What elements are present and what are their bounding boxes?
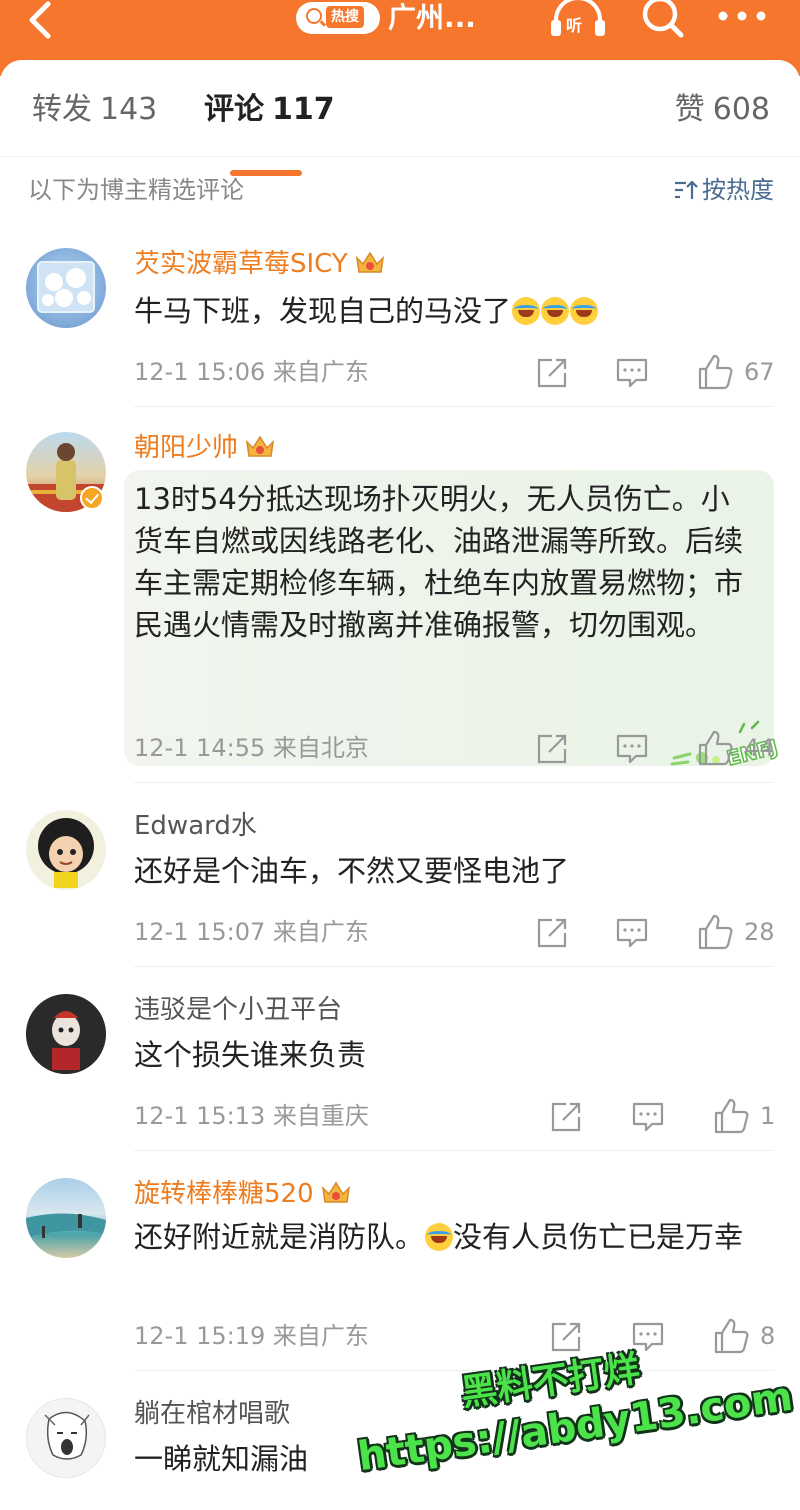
vip-crown-icon	[321, 1181, 350, 1203]
avatar[interactable]	[26, 1398, 106, 1478]
share-icon[interactable]	[534, 352, 570, 392]
tab-label: 评论	[204, 92, 264, 127]
username-text: 旋转棒棒糖520	[134, 1179, 314, 1209]
laugh-cry-emoji-icon	[541, 297, 570, 325]
reply-icon[interactable]	[614, 912, 650, 952]
comment-meta: 12-1 15:13 来自重庆	[134, 1096, 369, 1136]
reply-icon[interactable]	[614, 352, 650, 392]
comment-meta: 12-1 15:06 来自广东	[134, 352, 369, 392]
comment-body: 还好附近就是消防队。	[134, 1220, 425, 1254]
avatar[interactable]	[26, 810, 106, 890]
comment-body: 牛马下班，发现自己的马没了	[134, 294, 512, 328]
sort-by-hot-button[interactable]: 按热度	[674, 168, 774, 212]
more-icon[interactable]	[716, 4, 768, 28]
laugh-cry-emoji-icon	[425, 1223, 454, 1251]
username[interactable]: 旋转棒棒糖520	[134, 1174, 352, 1214]
tab-count: 608	[712, 92, 770, 127]
avatar-image	[44, 1411, 90, 1460]
username[interactable]: 躺在棺材唱歌	[134, 1394, 290, 1434]
search-icon[interactable]	[638, 0, 688, 38]
comment-text: 牛马下班，发现自己的马没了	[134, 290, 754, 332]
comment-location: 来自广东	[272, 1322, 369, 1350]
vip-crown-icon	[355, 251, 384, 273]
laugh-cry-emoji-icon	[570, 297, 599, 325]
avatar-image	[37, 261, 95, 313]
avatar[interactable]	[26, 248, 106, 328]
username-text: 芡实波霸草莓SICY	[134, 249, 348, 279]
verified-badge-icon	[80, 486, 104, 510]
username[interactable]: 芡实波霸草莓SICY	[134, 244, 386, 284]
tab-count: 117	[272, 92, 335, 127]
reply-icon[interactable]	[630, 1096, 666, 1136]
reply-icon[interactable]	[614, 728, 650, 768]
divider	[134, 966, 774, 967]
tab-repost[interactable]: 转发 143	[32, 88, 157, 132]
share-icon[interactable]	[534, 912, 570, 952]
username[interactable]: Edward水	[134, 806, 257, 846]
like-count: 44	[744, 734, 775, 762]
username[interactable]: 违驳是个小丑平台	[134, 990, 342, 1030]
comment-location: 来自广东	[272, 918, 369, 946]
tab-bar: 转发 143 评论 117 赞 608	[0, 88, 800, 176]
divider	[134, 782, 774, 783]
sort-label: 按热度	[702, 176, 774, 204]
like-icon[interactable]	[712, 1096, 750, 1136]
comment-text: 还好是个油车，不然又要怪电池了	[134, 854, 570, 888]
selected-comments-label: 以下为博主精选评论	[28, 176, 244, 204]
comment-body: 没有人员伤亡已是万幸	[453, 1220, 744, 1254]
comment-time: 12-1 15:13	[134, 1102, 266, 1130]
comment-text: 这个损失谁来负责	[134, 1038, 367, 1072]
divider	[134, 1150, 774, 1151]
listen-icon[interactable]: 听	[548, 0, 608, 38]
avatar-image	[26, 994, 106, 1074]
like-icon[interactable]	[696, 728, 734, 768]
page-title[interactable]: 广州...	[388, 0, 476, 36]
tab-comment[interactable]: 评论 117	[204, 88, 335, 132]
comment-text: 13时54分抵达现场扑灭明火，无人员伤亡。小货车自燃或因线路老化、油路泄漏等所致…	[134, 482, 744, 642]
username[interactable]: 朝阳少帅	[134, 428, 276, 468]
tab-label: 赞	[674, 92, 705, 127]
comment-time: 12-1 15:19	[134, 1322, 266, 1350]
comment-meta: 12-1 14:55 来自北京	[134, 728, 369, 768]
tab-label: 转发	[32, 92, 92, 127]
share-icon[interactable]	[534, 728, 570, 768]
username-text: 朝阳少帅	[134, 433, 239, 463]
avatar[interactable]	[26, 994, 106, 1074]
comment-location: 来自重庆	[272, 1102, 369, 1130]
comment-time: 12-1 15:07	[134, 918, 266, 946]
comment-meta: 12-1 15:07 来自广东	[134, 912, 369, 952]
avatar-image	[38, 818, 94, 888]
comment-panel: 转发 143 评论 117 赞 608 以下为博主精选评论 按热度 芡实波霸草莓…	[0, 60, 800, 1510]
vip-crown-icon	[245, 435, 275, 457]
hot-search-badge: 热搜	[326, 6, 364, 28]
like-count: 1	[760, 1102, 776, 1130]
laugh-cry-emoji-icon	[512, 297, 541, 325]
comment-location: 来自广东	[272, 358, 369, 386]
svg-text:听: 听	[566, 16, 582, 35]
share-icon[interactable]	[548, 1096, 584, 1136]
sort-icon	[675, 180, 698, 199]
like-icon[interactable]	[696, 352, 734, 392]
like-count: 8	[760, 1322, 776, 1350]
comment-time: 12-1 14:55	[134, 734, 266, 762]
divider	[134, 1370, 774, 1371]
tab-like[interactable]: 赞 608	[675, 88, 770, 132]
divider	[134, 406, 774, 407]
like-count: 67	[744, 358, 775, 386]
filter-row: 以下为博主精选评论 按热度	[0, 168, 800, 212]
hot-search-pill[interactable]: 热搜	[296, 2, 380, 34]
comment-location: 来自北京	[272, 734, 369, 762]
comment-time: 12-1 15:06	[134, 358, 266, 386]
search-icon	[306, 8, 322, 24]
divider	[0, 156, 800, 157]
comment-text: 还好附近就是消防队。 没有人员伤亡已是万幸	[134, 1216, 754, 1258]
tab-count: 143	[100, 92, 158, 127]
comment-meta: 12-1 15:19 来自广东	[134, 1316, 369, 1356]
like-count: 28	[744, 918, 775, 946]
avatar-image	[26, 1213, 106, 1238]
like-icon[interactable]	[712, 1316, 750, 1356]
back-icon[interactable]	[22, 0, 62, 46]
like-icon[interactable]	[696, 912, 734, 952]
avatar[interactable]	[26, 1178, 106, 1258]
